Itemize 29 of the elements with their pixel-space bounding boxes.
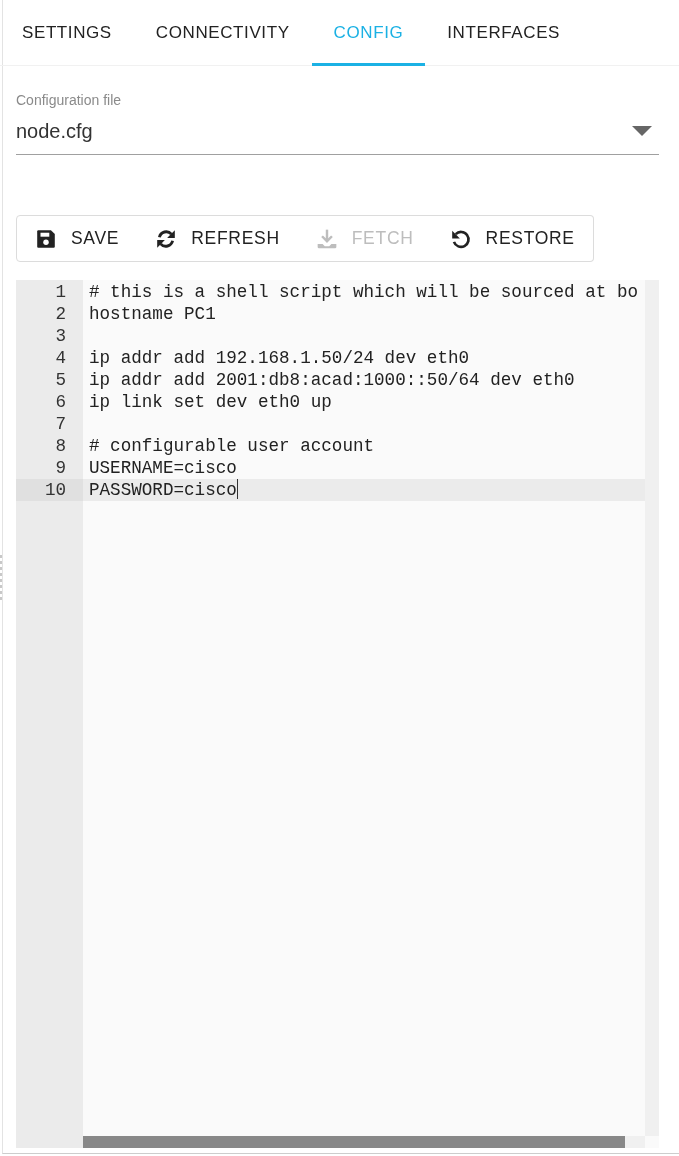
line-number: 3	[54, 325, 67, 347]
line-number: 5	[54, 369, 67, 391]
code-line: hostname PC1	[88, 303, 217, 325]
download-icon	[315, 227, 338, 250]
toolbar-button[interactable]: RESTORE	[431, 215, 594, 262]
line-number: 9	[54, 457, 67, 479]
line-number: 8	[54, 435, 67, 457]
refresh-icon	[155, 227, 178, 250]
tab[interactable]: CONNECTIVITY	[133, 0, 312, 66]
code-line: # configurable user account	[88, 435, 376, 457]
tab[interactable]: SETTINGS	[0, 0, 134, 66]
dropdown-caret-icon	[632, 126, 652, 136]
code-line: ip addr add 192.168.1.50/24 dev eth0	[88, 347, 471, 369]
tab[interactable]: INTERFACES	[425, 0, 583, 66]
line-number: 6	[54, 391, 67, 413]
line-number: 10	[16, 479, 83, 501]
line-number: 7	[54, 413, 67, 435]
code-editor[interactable]	[83, 280, 645, 1136]
line-number: 4	[54, 347, 67, 369]
field-label: Configuration file	[16, 92, 123, 108]
code-line: # this is a shell script which will be sourced at bo	[88, 281, 639, 303]
line-number: 1	[54, 281, 67, 303]
config-file-dropdown[interactable]: node.cfg	[16, 108, 659, 155]
toolbar-button[interactable]: SAVE	[16, 215, 139, 262]
code-line: USERNAME=cisco	[88, 457, 238, 479]
toolbar-button[interactable]: REFRESH	[137, 215, 299, 262]
line-number: 2	[54, 303, 67, 325]
code-line: ip addr add 2001:db8:acad:1000::50/64 dev eth0	[88, 369, 576, 391]
code-line: ip link set dev eth0 up	[88, 391, 333, 413]
